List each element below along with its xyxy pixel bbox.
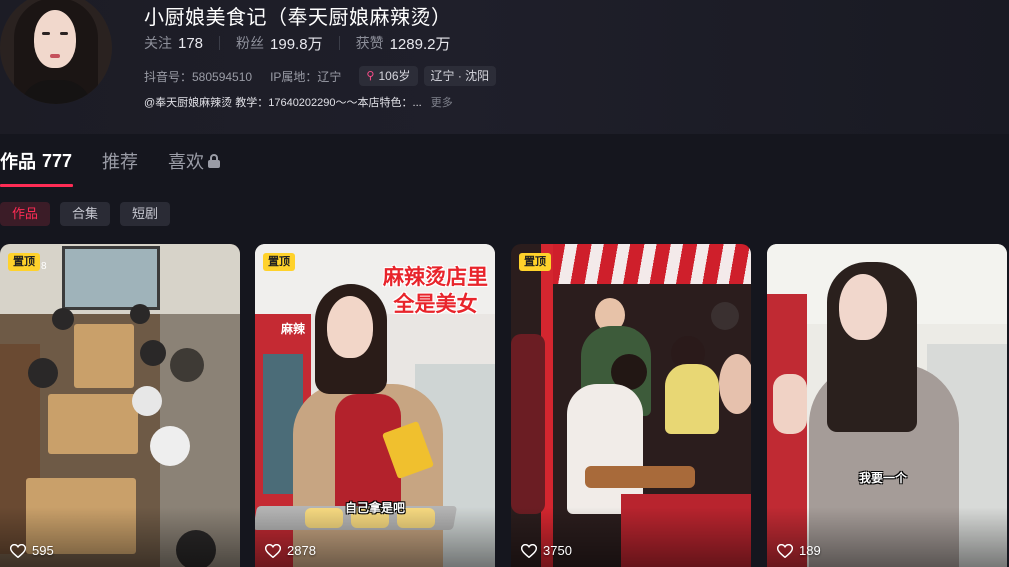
search-icon: ⚲ <box>366 70 375 82</box>
like-count-value: 2878 <box>287 543 316 558</box>
stat-following[interactable]: 关注 178 <box>144 33 203 53</box>
like-count: 2878 <box>265 543 316 558</box>
divider <box>219 36 221 50</box>
tab-recommend[interactable]: 推荐 <box>102 148 138 174</box>
video-title-line: 麻辣烫店里 <box>383 266 488 289</box>
corner-number: 8 <box>41 261 47 272</box>
video-caption: 我要一个 <box>859 471 908 485</box>
location-chip: 辽宁 · 沈阳 <box>423 66 497 86</box>
lock-icon <box>208 154 221 168</box>
profile-stats: 关注 178 粉丝 199.8万 获赞 1289.2万 <box>144 33 451 54</box>
stat-likes: 获赞 1289.2万 <box>356 33 451 54</box>
location-chip-label: 辽宁 · 沈阳 <box>430 69 490 83</box>
video-title-line: 全是美女 <box>393 293 478 316</box>
stat-value: 178 <box>178 34 204 52</box>
filter-bar: 作品 合集 短剧 <box>0 202 180 226</box>
tab-works-count: 777 <box>42 150 73 171</box>
like-count-value: 3750 <box>543 543 572 558</box>
profile-header: 小厨娘美食记（奉天厨娘麻辣烫） 关注 178 粉丝 199.8万 获赞 1289… <box>0 0 1009 134</box>
stat-label: 关注 <box>144 35 172 51</box>
like-count-value: 595 <box>32 543 54 558</box>
age-chip-label: 106岁 <box>378 69 411 83</box>
stat-label: 获赞 <box>355 35 384 51</box>
douyin-id: 抖音号：580594510 <box>144 69 253 84</box>
pinned-badge: 置顶 <box>263 253 295 271</box>
stat-label: 粉丝 <box>236 35 265 51</box>
video-card[interactable]: 置顶 8 595 <box>0 244 240 567</box>
tab-liked[interactable]: 喜欢 <box>168 148 221 174</box>
tab-recommend-label: 推荐 <box>102 152 139 172</box>
heart-icon <box>521 543 537 558</box>
pinned-badge: 置顶 <box>8 253 40 271</box>
store-sign: 麻辣 <box>281 322 306 336</box>
stat-value: 199.8万 <box>270 35 323 53</box>
filter-works[interactable]: 作品 <box>0 202 51 226</box>
video-card[interactable]: 我要一个 189 <box>767 244 1007 567</box>
profile-bio: @奉天厨娘麻辣烫 教学：17640202290～～本店特色：... 更多 <box>144 94 453 110</box>
avatar[interactable] <box>0 0 112 104</box>
tab-works-label: 作品 <box>0 152 36 172</box>
pinned-badge: 置顶 <box>519 253 551 271</box>
heart-icon <box>265 543 281 558</box>
filter-short-drama[interactable]: 短剧 <box>120 202 171 226</box>
video-card[interactable]: 置顶 3750 <box>511 244 751 567</box>
video-title-overlay: 麻辣烫店里 全是美女 <box>383 264 488 318</box>
profile-page: 小厨娘美食记（奉天厨娘麻辣烫） 关注 178 粉丝 199.8万 获赞 1289… <box>0 0 1009 567</box>
content-tabs: 作品 777 推荐 喜欢 <box>0 148 250 174</box>
like-count-value: 189 <box>799 543 821 558</box>
age-chip: ⚲ 106岁 <box>359 66 418 86</box>
tab-liked-label: 喜欢 <box>168 152 205 172</box>
video-card[interactable]: 麻辣 麻辣烫店里 全是美女 自己拿是吧 置顶 2878 <box>255 244 495 567</box>
active-tab-indicator <box>0 184 73 187</box>
profile-name: 小厨娘美食记（奉天厨娘麻辣烫） <box>144 7 452 29</box>
stat-followers[interactable]: 粉丝 199.8万 <box>236 33 323 54</box>
heart-icon <box>777 543 793 558</box>
ip-location: IP属地：辽宁 <box>270 69 342 84</box>
tab-works[interactable]: 作品 777 <box>0 148 72 174</box>
bio-text: @奉天厨娘麻辣烫 教学：17640202290～～本店特色：... <box>144 97 422 109</box>
filter-collection[interactable]: 合集 <box>60 202 111 226</box>
bio-more-link[interactable]: 更多 <box>431 97 453 109</box>
like-count: 595 <box>10 543 54 558</box>
profile-meta: 抖音号：580594510 IP属地：辽宁 ⚲ 106岁 辽宁 · 沈阳 <box>144 66 502 86</box>
divider <box>338 36 340 50</box>
heart-icon <box>10 543 26 558</box>
like-count: 3750 <box>521 543 572 558</box>
stat-value: 1289.2万 <box>389 35 451 53</box>
like-count: 189 <box>777 543 821 558</box>
